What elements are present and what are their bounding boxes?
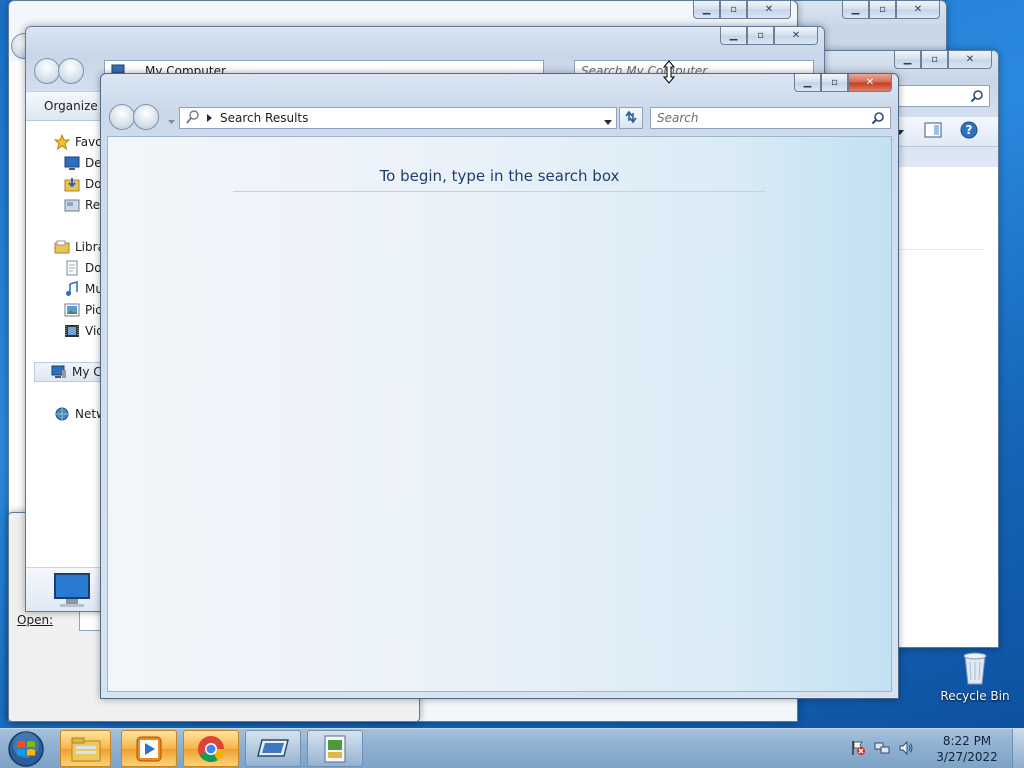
search-input[interactable] xyxy=(886,85,990,107)
system-tray: 8:22 PM 3/27/2022 xyxy=(850,729,1024,768)
clock-time: 8:22 PM xyxy=(942,734,992,748)
chrome-icon xyxy=(198,735,224,762)
search-icon xyxy=(186,109,199,127)
close-button[interactable]: ✕ xyxy=(948,51,992,69)
taskbar-chrome[interactable] xyxy=(183,730,239,767)
nav-buttons xyxy=(34,58,84,84)
search-input[interactable]: Search xyxy=(650,107,891,129)
remote-desktop-icon xyxy=(257,738,289,757)
clock-date: 3/27/2022 xyxy=(936,750,998,764)
minimize-button[interactable]: ▁ xyxy=(693,1,720,19)
taskbar-windows-explorer[interactable] xyxy=(60,730,111,767)
back-button[interactable] xyxy=(109,104,135,130)
nav-item-pictures[interactable]: Pic xyxy=(64,300,102,320)
nav-item-libraries[interactable]: Libra xyxy=(54,237,105,257)
open-label: Open: xyxy=(17,613,54,627)
resize-cursor-icon xyxy=(662,60,676,87)
libraries-icon xyxy=(54,239,70,255)
search-results-window[interactable]: ▁ ▫ ✕ Search Results Search To begin, ty… xyxy=(100,73,899,699)
nav-item-music[interactable]: Mu xyxy=(64,279,103,299)
taskbar: 8:22 PM 3/27/2022 xyxy=(0,728,1024,768)
volume-icon[interactable] xyxy=(898,740,914,759)
taskbar-remote-desktop[interactable] xyxy=(245,730,301,767)
downloads-folder-icon xyxy=(64,176,80,192)
taskbar-control-panel[interactable] xyxy=(307,730,363,767)
search-placeholder: Search xyxy=(657,111,699,125)
window-controls: ▁ ▫ ✕ xyxy=(693,1,791,19)
nav-label: Favo xyxy=(75,135,103,149)
music-icon xyxy=(64,280,80,297)
recycle-bin-desktop-icon[interactable]: Recycle Bin xyxy=(940,648,1010,703)
svg-text:?: ? xyxy=(966,123,973,137)
divider xyxy=(896,249,984,250)
desktop-icon xyxy=(64,155,80,171)
computer-icon xyxy=(51,364,67,380)
recent-places-icon xyxy=(64,197,80,213)
window-controls: ▁ ▫ ✕ xyxy=(894,51,992,69)
preview-pane-icon[interactable] xyxy=(924,122,942,141)
refresh-button[interactable] xyxy=(619,107,643,129)
nav-item-favorites[interactable]: Favo xyxy=(53,132,103,152)
media-player-icon xyxy=(136,736,162,761)
maximize-button[interactable]: ▫ xyxy=(720,1,747,19)
organize-button[interactable]: Organize xyxy=(44,99,98,113)
maximize-button[interactable]: ▫ xyxy=(921,51,948,69)
taskbar-media-player[interactable] xyxy=(121,730,177,767)
nav-item-videos[interactable]: Vid xyxy=(64,321,104,341)
star-icon xyxy=(53,133,71,151)
close-button[interactable]: ✕ xyxy=(848,74,892,92)
action-center-flag-icon[interactable] xyxy=(850,740,866,759)
network-tray-icon[interactable] xyxy=(874,740,890,759)
refresh-icon xyxy=(624,110,638,127)
back-button[interactable] xyxy=(34,58,60,84)
divider xyxy=(896,166,984,167)
videos-icon xyxy=(64,323,80,339)
window-controls: ▁ ▫ ✕ xyxy=(720,27,818,45)
address-dropdown-icon[interactable] xyxy=(604,115,612,129)
address-text: Search Results xyxy=(220,111,309,125)
recycle-bin-icon xyxy=(963,652,987,685)
computer-large-icon xyxy=(52,571,96,611)
show-desktop-button[interactable] xyxy=(1012,729,1024,768)
nav-item-network[interactable]: Netw xyxy=(54,404,106,424)
forward-button[interactable] xyxy=(58,58,84,84)
start-button[interactable] xyxy=(6,730,46,768)
search-icon[interactable] xyxy=(970,89,984,106)
close-button[interactable]: ✕ xyxy=(774,27,818,45)
maximize-button[interactable]: ▫ xyxy=(821,74,848,92)
minimize-button[interactable]: ▁ xyxy=(794,74,821,92)
forward-button[interactable] xyxy=(133,104,159,130)
windows-logo-icon xyxy=(8,731,44,767)
breadcrumb-arrow-icon[interactable] xyxy=(207,111,212,125)
empty-search-message: To begin, type in the search box xyxy=(233,167,766,192)
search-icon[interactable] xyxy=(871,111,885,128)
minimize-button[interactable]: ▁ xyxy=(720,27,747,45)
window-controls: ▁ ▫ ✕ xyxy=(842,1,940,19)
recent-pages-chevron-icon[interactable] xyxy=(168,114,175,128)
folder-icon xyxy=(71,737,100,761)
address-bar[interactable]: Search Results xyxy=(179,107,617,129)
documents-icon xyxy=(64,260,80,276)
clock[interactable]: 8:22 PM 3/27/2022 xyxy=(922,733,1012,765)
nav-label: My C xyxy=(72,365,102,379)
search-results-area: To begin, type in the search box xyxy=(107,136,892,692)
control-panel-icon xyxy=(324,735,346,762)
network-icon xyxy=(54,406,70,422)
minimize-button[interactable]: ▁ xyxy=(894,51,921,69)
close-button[interactable]: ✕ xyxy=(896,1,940,19)
maximize-button[interactable]: ▫ xyxy=(869,1,896,19)
help-icon[interactable]: ? xyxy=(960,121,978,142)
pictures-icon xyxy=(64,302,80,318)
nav-item-documents[interactable]: Do xyxy=(64,258,102,278)
minimize-button[interactable]: ▁ xyxy=(842,1,869,19)
nav-buttons xyxy=(109,104,159,130)
close-button[interactable]: ✕ xyxy=(747,1,791,19)
window-controls: ▁ ▫ ✕ xyxy=(794,74,892,92)
recycle-bin-label: Recycle Bin xyxy=(940,689,1010,703)
maximize-button[interactable]: ▫ xyxy=(747,27,774,45)
